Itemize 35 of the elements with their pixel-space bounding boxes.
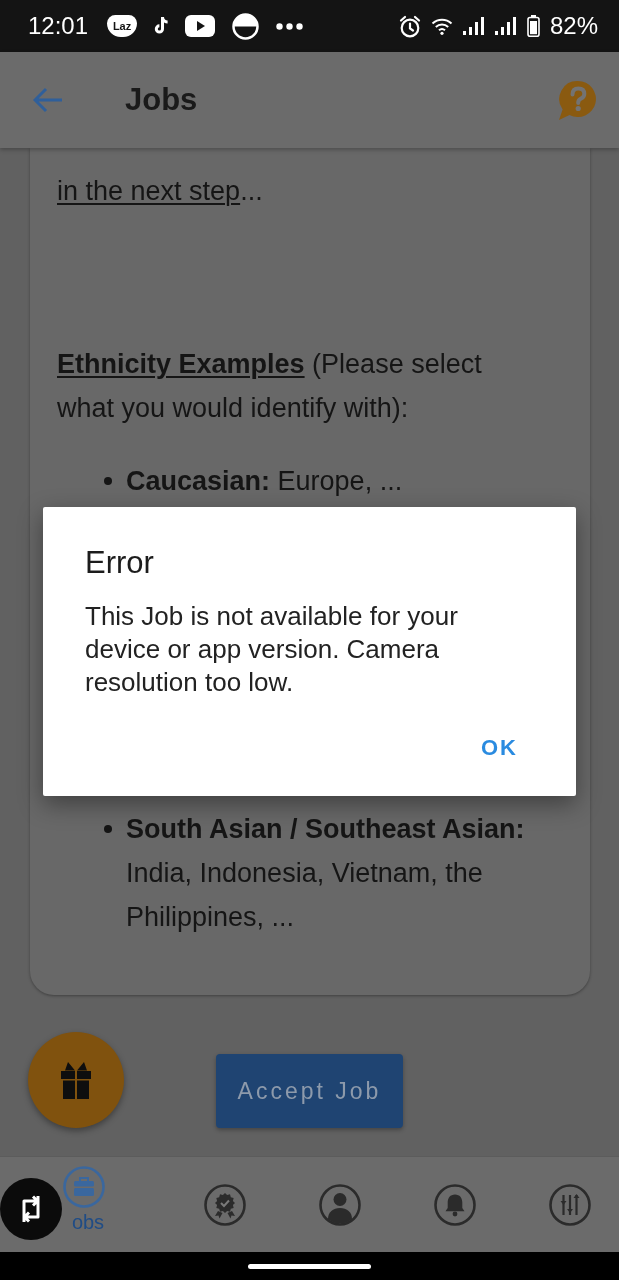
examples-heading: Ethnicity Examples (Please select what you would identify with): [57, 348, 483, 425]
battery-icon [526, 15, 540, 37]
nav-tab[interactable] [434, 1183, 476, 1226]
more-icon [276, 22, 304, 30]
app-logo: Laz [107, 15, 138, 37]
half-circle-icon [232, 12, 260, 40]
battery-percent: 82% [549, 12, 598, 40]
example-text: Caucasian: Europe, ... [126, 465, 403, 498]
wifi-icon [430, 17, 453, 35]
nav-tab[interactable] [319, 1183, 361, 1226]
dialog-title: Error [85, 544, 155, 582]
bullet-icon [104, 477, 112, 485]
ok-button[interactable]: OK [473, 726, 526, 770]
person-icon [319, 1183, 361, 1226]
briefcase-icon [63, 1165, 105, 1208]
example-text: South Asian / Southeast Asian: India, Indonesia, Vietnam, the Philippines, ... [126, 813, 526, 934]
nav-tab[interactable] [549, 1183, 591, 1226]
status-time: 12:01 [28, 12, 89, 40]
intro-text: in the next step... [57, 175, 264, 208]
play-icon [185, 15, 216, 37]
dialog-message: This Job is not available for your device or app version. Camera resolution too low. [85, 600, 459, 699]
signal-icon [494, 16, 517, 36]
music-note-icon [154, 17, 169, 35]
alarm-icon [398, 14, 421, 38]
bullet-icon [104, 825, 112, 833]
nav-tab[interactable] [204, 1183, 246, 1226]
gift-icon [60, 1061, 92, 1099]
accept-job-button[interactable]: Accept Job [216, 1054, 403, 1128]
signal-icon [462, 16, 485, 36]
sliders-icon [549, 1183, 591, 1226]
gift-button[interactable] [28, 1032, 124, 1128]
home-indicator[interactable] [248, 1263, 371, 1269]
award-badge-icon [204, 1183, 246, 1226]
page-title: Jobs [125, 81, 198, 119]
bell-icon [434, 1183, 476, 1226]
